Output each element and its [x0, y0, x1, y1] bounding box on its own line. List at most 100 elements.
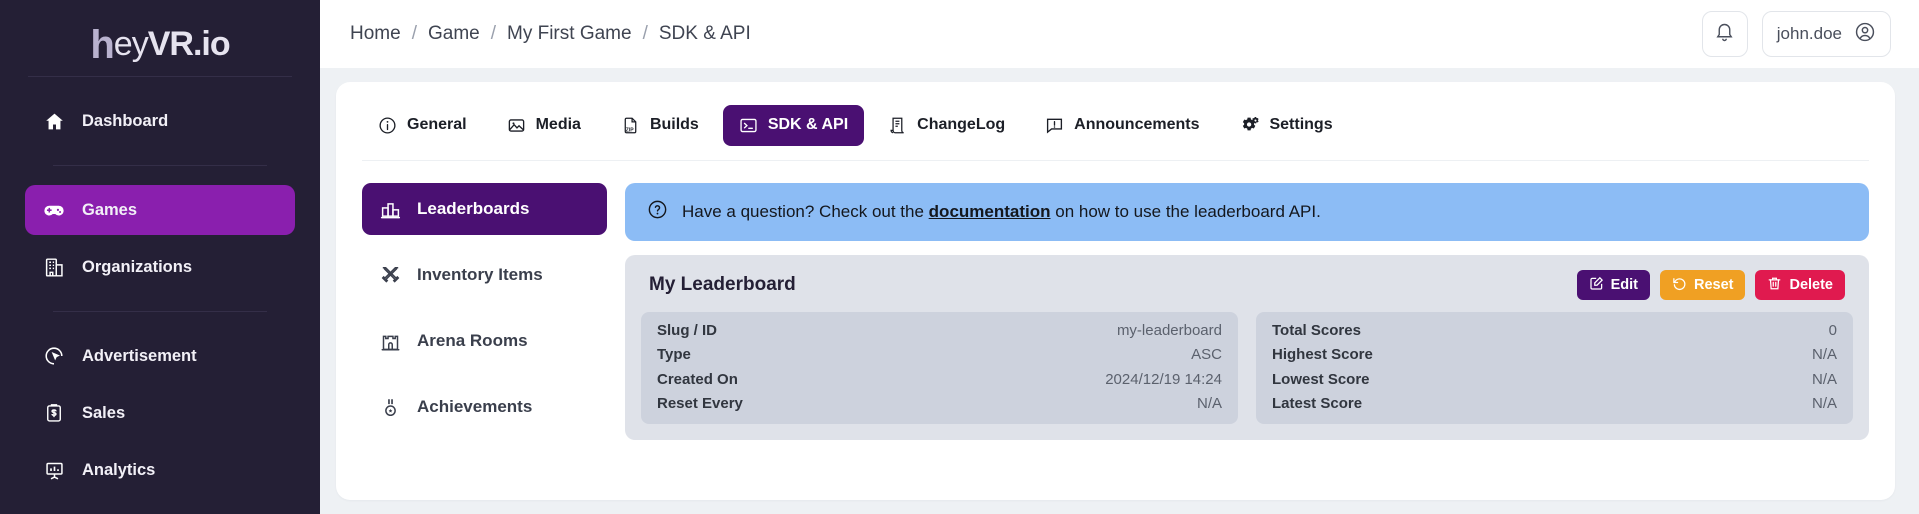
banner-text-after: on how to use the leaderboard API.	[1050, 202, 1321, 221]
svg-text:ZIP: ZIP	[626, 127, 634, 133]
subnav-item-label: Arena Rooms	[417, 331, 528, 350]
breadcrumb-separator: /	[642, 23, 648, 44]
reset-button[interactable]: Reset	[1659, 270, 1746, 300]
detail-row: Slug / ID my-leaderboard	[657, 318, 1222, 343]
subnav-item-inventory-items[interactable]: Inventory Items	[362, 249, 607, 301]
tab-label: SDK & API	[767, 116, 849, 133]
subnav-item-label: Inventory Items	[417, 265, 543, 284]
logo-vr: VR.io	[147, 24, 231, 63]
sidebar-group-2: Games Organizations	[25, 166, 295, 311]
leaderboard-title: My Leaderboard	[649, 274, 796, 295]
subnav-item-label: Leaderboards	[417, 199, 530, 218]
tab-media[interactable]: Media	[491, 105, 597, 146]
topbar: Home / Game / My First Game / SDK & API …	[320, 0, 1919, 68]
notifications-button[interactable]	[1701, 11, 1748, 57]
brand-logo[interactable]: h ey VR.io	[0, 14, 320, 76]
logo-ey: ey	[113, 24, 149, 63]
sidebar-item-sales[interactable]: Sales	[25, 388, 295, 438]
sidebar-item-advertisement[interactable]: Advertisement	[25, 331, 295, 381]
building-icon	[43, 256, 65, 278]
tab-announcements[interactable]: Announcements	[1029, 105, 1215, 146]
detail-value: ASC	[1191, 346, 1222, 364]
edit-button-label: Edit	[1610, 277, 1638, 293]
logo-h: h	[90, 22, 114, 67]
clipboard-dollar-icon	[43, 402, 65, 424]
sidebar-item-analytics[interactable]: Analytics	[25, 445, 295, 495]
subnav-item-arena-rooms[interactable]: Arena Rooms	[362, 315, 607, 367]
detail-value: my-leaderboard	[1116, 321, 1222, 339]
subnav-item-label: Achievements	[417, 397, 533, 416]
sidebar: h ey VR.io Dashboard Games Organizations…	[0, 0, 320, 514]
megaphone-icon	[1045, 116, 1064, 135]
leaderboard-detail-tables: Slug / ID my-leaderboard Type ASC Create…	[641, 312, 1853, 424]
user-name-label: john.doe	[1776, 24, 1842, 43]
main-region: Home / Game / My First Game / SDK & API …	[320, 0, 1919, 514]
tab-label: General	[407, 116, 467, 133]
detail-key: Slug / ID	[657, 321, 717, 339]
sidebar-item-games[interactable]: Games	[25, 185, 295, 235]
sidebar-item-dashboard[interactable]: Dashboard	[25, 96, 295, 146]
documentation-link[interactable]: documentation	[929, 202, 1051, 221]
tab-general[interactable]: General	[362, 105, 483, 146]
pencil-square-icon	[1589, 276, 1604, 295]
info-circle-icon	[378, 116, 397, 135]
leaderboard-column: Have a question? Check out the documenta…	[625, 183, 1869, 500]
breadcrumb: Home / Game / My First Game / SDK & API	[350, 23, 751, 45]
bell-icon	[1714, 21, 1735, 47]
detail-row: Lowest Score N/A	[1272, 367, 1837, 392]
detail-row: Latest Score N/A	[1272, 392, 1837, 417]
medal-icon	[379, 397, 401, 418]
leaderboard-details-left: Slug / ID my-leaderboard Type ASC Create…	[641, 312, 1238, 424]
subnav-item-achievements[interactable]: Achievements	[362, 381, 607, 433]
tab-changelog[interactable]: ChangeLog	[872, 105, 1021, 146]
leaderboard-details-right: Total Scores 0 Highest Score N/A Lowest …	[1256, 312, 1853, 424]
delete-button[interactable]: Delete	[1755, 270, 1845, 300]
detail-value: 2024/12/19 14:24	[1105, 370, 1222, 388]
scroll-icon	[888, 116, 907, 135]
analytics-board-icon	[43, 459, 65, 481]
tab-builds[interactable]: ZIP Builds	[605, 105, 715, 146]
tab-label: Announcements	[1074, 116, 1200, 133]
detail-row: Total Scores 0	[1272, 318, 1837, 343]
detail-row: Type ASC	[657, 343, 1222, 368]
sidebar-group-3: Advertisement Sales Analytics	[25, 312, 295, 514]
detail-key: Reset Every	[657, 395, 743, 413]
tab-bar: General Media ZIP Builds SDK & API Chang…	[362, 104, 1869, 161]
sidebar-item-organizations[interactable]: Organizations	[25, 242, 295, 292]
detail-key: Created On	[657, 370, 738, 388]
tab-sdk-api[interactable]: SDK & API	[722, 104, 865, 146]
edit-button[interactable]: Edit	[1576, 270, 1650, 300]
tab-settings[interactable]: Settings	[1223, 104, 1348, 146]
sub-navigation: Leaderboards Inventory Items Arena Rooms…	[362, 183, 607, 500]
home-icon	[43, 110, 65, 132]
user-circle-icon	[1854, 21, 1876, 48]
breadcrumb-separator: /	[411, 23, 417, 44]
detail-key: Highest Score	[1272, 346, 1373, 364]
subnav-item-leaderboards[interactable]: Leaderboards	[362, 183, 607, 235]
leaderboard-actions: Edit Reset Delete	[1576, 270, 1845, 300]
info-banner: Have a question? Check out the documenta…	[625, 183, 1869, 241]
content-area: General Media ZIP Builds SDK & API Chang…	[320, 68, 1919, 514]
detail-key: Type	[657, 346, 691, 364]
banner-text-before: Have a question? Check out the	[682, 202, 929, 221]
content-panel: General Media ZIP Builds SDK & API Chang…	[336, 82, 1895, 500]
detail-value: N/A	[1811, 395, 1837, 413]
app-root: h ey VR.io Dashboard Games Organizations…	[0, 0, 1919, 514]
sidebar-group-1: Dashboard	[25, 77, 295, 165]
breadcrumb-item-sdk-api[interactable]: SDK & API	[659, 23, 751, 45]
detail-key: Total Scores	[1272, 321, 1361, 339]
gamepad-icon	[43, 199, 65, 221]
breadcrumb-item-game[interactable]: Game	[428, 23, 480, 45]
sidebar-item-label: Games	[82, 200, 138, 219]
delete-button-label: Delete	[1789, 277, 1833, 293]
detail-value: 0	[1828, 321, 1837, 339]
user-menu-button[interactable]: john.doe	[1761, 11, 1891, 57]
sidebar-item-label: Advertisement	[82, 346, 197, 365]
panel-body: Leaderboards Inventory Items Arena Rooms…	[362, 161, 1869, 500]
sidebar-item-label: Organizations	[82, 257, 193, 276]
breadcrumb-item-my-first-game[interactable]: My First Game	[507, 23, 632, 45]
tab-label: Media	[535, 116, 581, 133]
leaderboard-card: My Leaderboard Edit Reset Delete Slug / …	[625, 255, 1869, 440]
breadcrumb-item-home[interactable]: Home	[350, 23, 401, 45]
detail-row: Created On 2024/12/19 14:24	[657, 367, 1222, 392]
